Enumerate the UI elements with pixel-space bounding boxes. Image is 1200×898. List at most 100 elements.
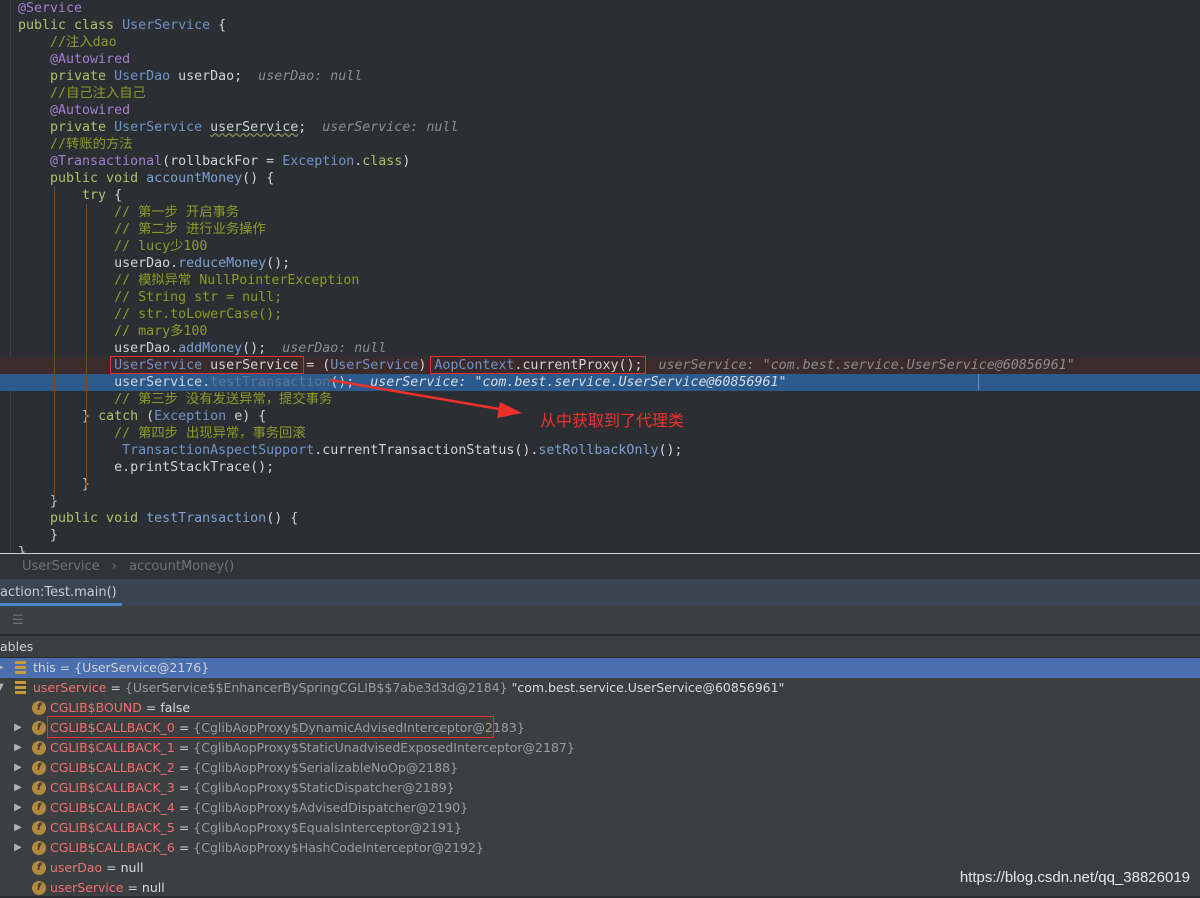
breadcrumb-class[interactable]: UserService: [22, 559, 100, 574]
code-token: @Autowired: [18, 52, 131, 67]
code-line[interactable]: @Transactional(rollbackFor = Exception.c…: [0, 153, 1200, 170]
code-token: }: [18, 528, 59, 543]
code-token: @Transactional: [18, 154, 163, 169]
tab-debug-session[interactable]: action:Test.main() ×: [0, 579, 122, 627]
variable-row[interactable]: ▶ this = {UserService@2176}: [0, 658, 1200, 678]
code-line[interactable]: // str.toLowerCase();: [0, 306, 1200, 323]
variable-value: {CglibAopProxy$StaticDispatcher@2189}: [193, 780, 455, 795]
variable-text: CGLIB$CALLBACK_3 = {CglibAopProxy$Static…: [50, 780, 455, 795]
indent-guide: [54, 187, 55, 501]
variables-tree[interactable]: ▶ this = {UserService@2176} ▼ userService =…: [0, 658, 1200, 896]
code-token: ): [402, 154, 411, 169]
variable-text: userService = {UserService$$EnhancerBySp…: [33, 680, 785, 695]
variable-text: userDao = null: [50, 860, 144, 875]
code-token: setRollbackOnly: [538, 443, 659, 458]
code-token: // mary多100: [18, 324, 208, 339]
code-editor[interactable]: @Service public class UserService { //注入d…: [0, 0, 1200, 553]
breadcrumb-method[interactable]: accountMoney(): [129, 559, 234, 574]
code-line[interactable]: }: [0, 544, 1200, 553]
code-token: // 模拟异常 NullPointerException: [18, 273, 360, 288]
code-line[interactable]: // 模拟异常 NullPointerException: [0, 272, 1200, 289]
code-token: accountMoney: [146, 171, 243, 186]
code-line[interactable]: @Autowired: [0, 51, 1200, 68]
code-token: // str.toLowerCase();: [18, 307, 283, 322]
code-line[interactable]: //注入dao: [0, 34, 1200, 51]
inline-debug-value: userDao: null: [266, 341, 387, 356]
variable-icon: [15, 661, 26, 675]
expand-right-icon[interactable]: ▶: [13, 838, 23, 858]
variable-row[interactable]: ▶ f CGLIB$CALLBACK_0 = {CglibAopProxy$Dyna…: [0, 716, 1200, 738]
indent-guide: [86, 204, 87, 488]
expand-right-icon[interactable]: ▶: [13, 798, 23, 818]
variable-row[interactable]: ▶ f CGLIB$CALLBACK_4 = {CglibAopProxy$Advi…: [0, 798, 1200, 818]
inline-debug-value: userService: "com.best.service.UserServi…: [642, 358, 1075, 373]
expand-right-icon[interactable]: ▶: [13, 758, 23, 778]
code-token: @Autowired: [18, 103, 131, 118]
code-line[interactable]: private UserService userService; userSer…: [0, 119, 1200, 136]
expand-right-icon[interactable]: ▶: [13, 818, 23, 838]
variable-text: this = {UserService@2176}: [33, 660, 210, 675]
variable-value: false: [160, 700, 191, 715]
code-token: catch: [98, 409, 147, 424]
variable-text: CGLIB$CALLBACK_5 = {CglibAopProxy$Equals…: [50, 820, 462, 835]
variable-value: {CglibAopProxy$SerializableNoOp@2188}: [193, 760, 459, 775]
debug-tab-bar: action:Test.main() ×: [0, 579, 1200, 627]
variable-text: CGLIB$CALLBACK_4 = {CglibAopProxy$Advise…: [50, 800, 469, 815]
code-line[interactable]: }: [0, 493, 1200, 510]
code-line[interactable]: // 第二步 进行业务操作: [0, 221, 1200, 238]
code-line[interactable]: //转账的方法: [0, 136, 1200, 153]
expand-right-icon[interactable]: ▶: [13, 778, 23, 798]
code-line[interactable]: public void accountMoney() {: [0, 170, 1200, 187]
expand-right-icon[interactable]: ▶: [0, 658, 5, 678]
variable-icon: [15, 681, 26, 695]
code-line[interactable]: private UserDao userDao; userDao: null: [0, 68, 1200, 85]
variable-row[interactable]: ▶ f CGLIB$CALLBACK_3 = {CglibAopProxy$Stat…: [0, 778, 1200, 798]
code-token: e.printStackTrace();: [18, 460, 275, 475]
code-line[interactable]: public void testTransaction() {: [0, 510, 1200, 527]
code-line[interactable]: // 第三步 没有发送异常，提交事务: [0, 391, 1200, 408]
field-icon: f: [32, 741, 46, 755]
code-line[interactable]: //自己注入自己: [0, 85, 1200, 102]
code-line[interactable]: e.printStackTrace();: [0, 459, 1200, 476]
variable-row[interactable]: ▶ f CGLIB$CALLBACK_6 = {CglibAopProxy$Hash…: [0, 838, 1200, 858]
code-token: userService: [210, 120, 299, 135]
code-token: ();: [330, 375, 355, 390]
variable-name: userDao: [50, 860, 103, 875]
variable-row[interactable]: ▶ f CGLIB$CALLBACK_5 = {CglibAopProxy$Equa…: [0, 818, 1200, 838]
variable-name: CGLIB$CALLBACK_1: [50, 740, 175, 755]
inline-debug-value: userService: "com.best.service.UserServi…: [354, 375, 787, 390]
code-token: //转账的方法: [18, 137, 133, 152]
code-line[interactable]: @Service: [0, 0, 1200, 17]
variable-name: userService: [33, 680, 107, 695]
variables-header: ables: [0, 636, 1200, 658]
code-line[interactable]: }: [0, 476, 1200, 493]
expand-right-icon[interactable]: ▶: [13, 738, 23, 758]
code-token: private: [18, 69, 115, 84]
expand-down-icon[interactable]: ▼: [0, 678, 5, 698]
field-icon: f: [32, 781, 46, 795]
code-line[interactable]: // 第一步 开启事务: [0, 204, 1200, 221]
code-line[interactable]: TransactionAspectSupport.currentTransact…: [0, 442, 1200, 459]
variable-row[interactable]: ▼ userService = {UserService$$EnhancerByS…: [0, 678, 1200, 698]
layout-settings-icon[interactable]: ☰: [12, 613, 24, 628]
variable-row[interactable]: ▶ f CGLIB$CALLBACK_1 = {CglibAopProxy$Stat…: [0, 738, 1200, 758]
code-line[interactable]: public class UserService {: [0, 17, 1200, 34]
code-line[interactable]: userService.testTransaction(); userServi…: [0, 374, 1200, 391]
variable-row[interactable]: f CGLIB$BOUND = false: [0, 698, 1200, 718]
code-line[interactable]: // String str = null;: [0, 289, 1200, 306]
code-line[interactable]: @Autowired: [0, 102, 1200, 119]
expand-right-icon[interactable]: ▶: [13, 718, 23, 738]
code-line[interactable]: userDao.addMoney(); userDao: null: [0, 340, 1200, 357]
variable-value: {CglibAopProxy$StaticUnadvisedExposedInt…: [193, 740, 575, 755]
code-line[interactable]: userDao.reduceMoney();: [0, 255, 1200, 272]
code-token: {: [210, 18, 227, 33]
code-token: UserService: [330, 358, 419, 373]
code-line[interactable]: try {: [0, 187, 1200, 204]
variable-name: CGLIB$CALLBACK_5: [50, 820, 175, 835]
variable-row[interactable]: ▶ f CGLIB$CALLBACK_2 = {CglibAopProxy$Seri…: [0, 758, 1200, 778]
code-line[interactable]: // mary多100: [0, 323, 1200, 340]
code-line[interactable]: }: [0, 527, 1200, 544]
code-line[interactable]: // lucy少100: [0, 238, 1200, 255]
code-token: Exception: [282, 154, 355, 169]
